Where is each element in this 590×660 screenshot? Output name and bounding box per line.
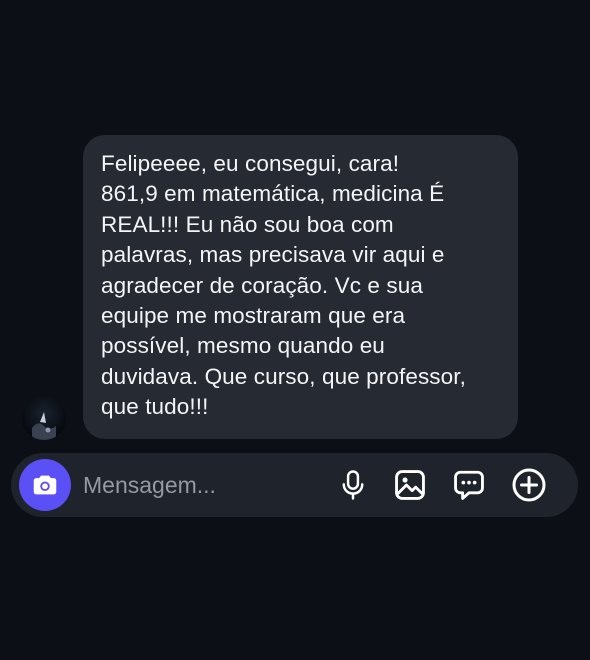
voice-message-button[interactable] xyxy=(335,467,371,503)
avatar-photo xyxy=(22,396,66,440)
more-options-button[interactable] xyxy=(511,467,547,503)
camera-button[interactable] xyxy=(19,459,71,511)
message-input[interactable] xyxy=(83,465,313,505)
sender-avatar[interactable] xyxy=(22,396,66,440)
gallery-button[interactable] xyxy=(392,467,428,503)
plus-circle-icon xyxy=(512,468,546,502)
camera-icon xyxy=(33,475,57,495)
microphone-icon xyxy=(342,470,364,500)
message-composer xyxy=(11,453,578,517)
image-icon xyxy=(395,470,425,500)
chat-bubble-icon xyxy=(454,470,484,500)
message-text: Felipeeee, eu consegui, cara! 861,9 em m… xyxy=(101,151,466,420)
sticker-button[interactable] xyxy=(451,467,487,503)
incoming-message-bubble[interactable]: Felipeeee, eu consegui, cara! 861,9 em m… xyxy=(83,135,518,439)
